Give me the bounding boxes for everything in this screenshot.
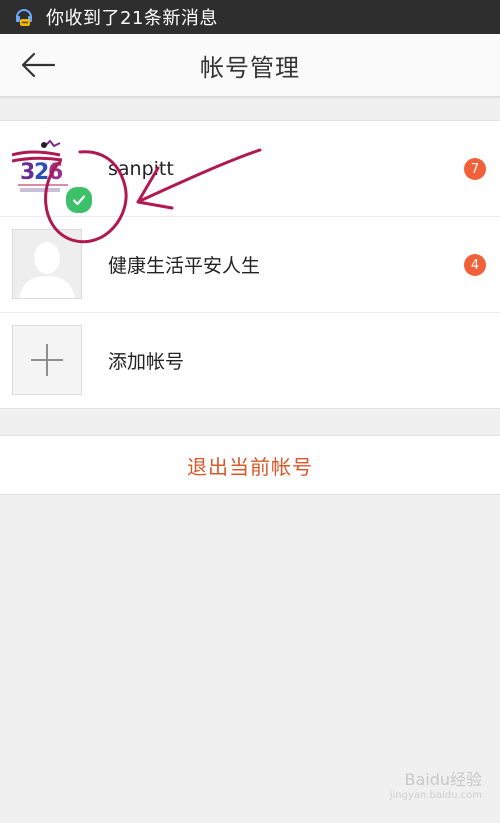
add-account-tile: [12, 325, 82, 395]
watermark-brand: Baidu经验: [404, 770, 482, 789]
avatar: [12, 229, 82, 299]
svg-text:6: 6: [48, 160, 63, 185]
watermark-url: jingyan.baidu.com: [389, 790, 482, 801]
nav-bar: 帐号管理: [0, 34, 500, 97]
add-account-button[interactable]: 添加帐号: [0, 313, 500, 408]
back-button[interactable]: [14, 46, 62, 84]
chat-notification-icon: [12, 5, 36, 29]
active-check-icon: [64, 185, 94, 215]
back-arrow-icon: [21, 52, 56, 78]
logout-button[interactable]: 退出当前帐号: [0, 435, 500, 495]
page-title: 帐号管理: [200, 53, 300, 82]
account-row-health[interactable]: 健康生活平安人生 4: [0, 217, 500, 313]
unread-badge: 7: [464, 158, 486, 180]
notification-text: 你收到了21条新消息: [46, 8, 218, 29]
account-list: 3 2 6 sanpitt 7 健康生活平安人生 4 添加帐号: [0, 120, 500, 409]
account-name: sanpitt: [108, 157, 174, 180]
status-bar: 你收到了21条新消息: [0, 0, 500, 34]
account-row-sanpitt[interactable]: 3 2 6 sanpitt 7: [0, 121, 500, 217]
unread-badge: 4: [464, 254, 486, 276]
default-avatar-icon: [13, 230, 81, 298]
plus-icon: [31, 344, 63, 376]
avatar: 3 2 6: [11, 133, 94, 215]
watermark: Baidu经验 jingyan.baidu.com: [390, 766, 482, 801]
account-name: 健康生活平安人生: [108, 255, 261, 277]
add-account-label: 添加帐号: [108, 351, 185, 373]
